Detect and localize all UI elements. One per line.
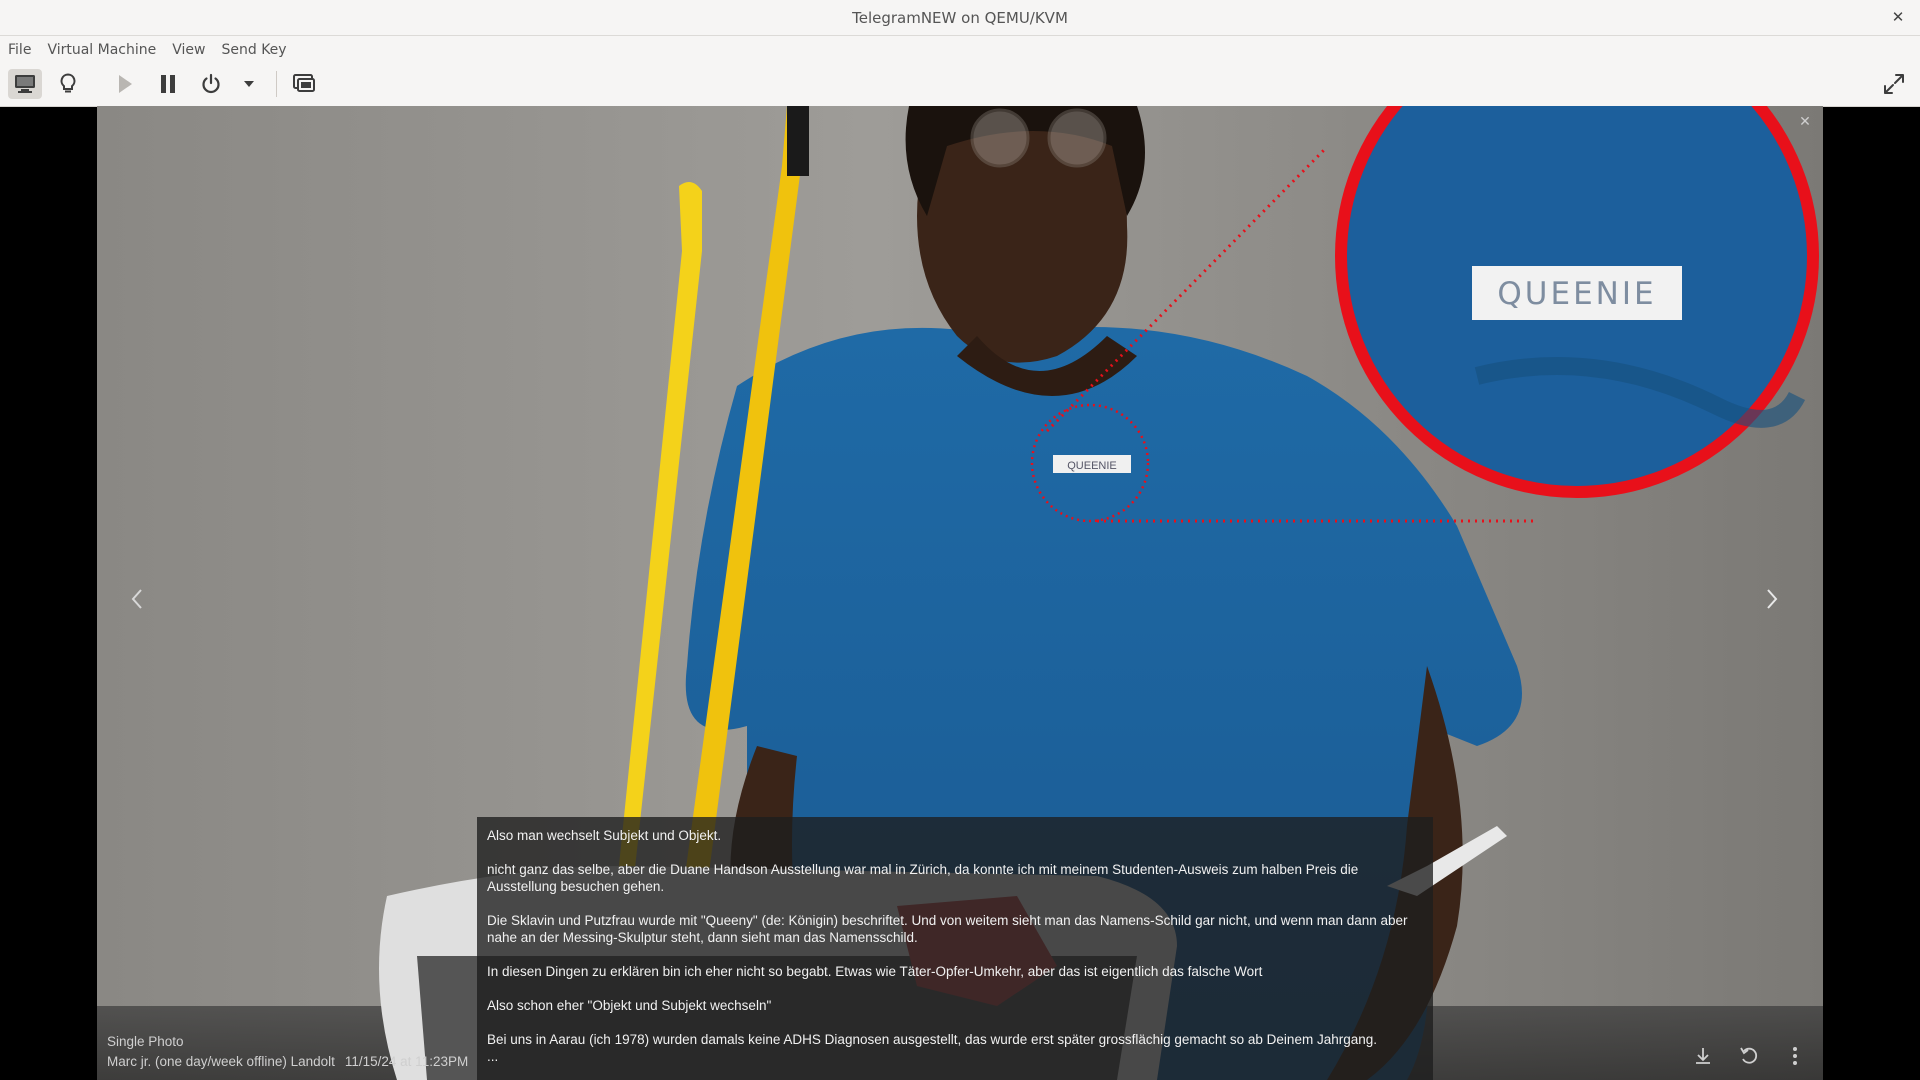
chevron-down-icon[interactable] <box>232 69 266 99</box>
power-icon[interactable] <box>194 69 228 99</box>
photo-viewer: QUEENIE QUEENIE ✕ Also man wechselt Subj… <box>97 106 1823 1080</box>
menubar: File Virtual Machine View Send Key <box>0 36 1920 63</box>
close-icon[interactable]: ✕ <box>1795 112 1815 132</box>
caption-paragraph: Die Sklavin und Putzfrau wurde mit "Quee… <box>487 913 1408 945</box>
caption-more[interactable]: ... <box>487 1050 1423 1064</box>
caption-paragraph: Also man wechselt Subjekt und Objekt. <box>487 828 722 843</box>
photo-caption: Also man wechselt Subjekt und Objekt. ni… <box>477 817 1433 1080</box>
window-title: TelegramNEW on QEMU/KVM <box>852 8 1068 27</box>
caption-paragraph: In diesen Dingen zu erklären bin ich ehe… <box>487 964 1263 979</box>
caption-paragraph: nicht ganz das selbe, aber die Duane Han… <box>487 862 1359 894</box>
viewer-actions <box>1691 1044 1807 1068</box>
lightbulb-icon[interactable] <box>51 69 85 99</box>
toolbar-separator <box>276 71 277 97</box>
name-tag-text: QUEENIE <box>1067 460 1117 472</box>
monitor-icon[interactable] <box>8 69 42 99</box>
zoom-tag-text: QUEENIE <box>1497 276 1656 312</box>
rotate-icon[interactable] <box>1737 1044 1761 1068</box>
menu-send-key[interactable]: Send Key <box>213 42 294 58</box>
menu-virtual-machine[interactable]: Virtual Machine <box>39 42 164 58</box>
photo-author[interactable]: Marc jr. (one day/week offline) Landolt <box>107 1052 335 1072</box>
menu-view[interactable]: View <box>164 42 213 58</box>
more-options-icon[interactable] <box>1783 1044 1807 1068</box>
fullscreen-icon[interactable] <box>1877 69 1911 99</box>
photo-info: Single Photo Marc jr. (one day/week offl… <box>107 1032 468 1072</box>
caption-paragraph: Bei uns in Aarau (ich 1978) wurden damal… <box>487 1032 1377 1047</box>
pause-icon[interactable] <box>151 69 185 99</box>
close-icon[interactable]: ✕ <box>1888 7 1908 27</box>
photo-type: Single Photo <box>107 1034 184 1049</box>
menu-file[interactable]: File <box>0 42 39 58</box>
toolbar <box>0 63 1920 107</box>
window-titlebar: TelegramNEW on QEMU/KVM ✕ <box>0 0 1920 36</box>
caption-paragraph: Also schon eher "Objekt und Subjekt wech… <box>487 998 772 1013</box>
photo-date[interactable]: 11/15/24 at 11:23PM <box>345 1052 468 1072</box>
next-icon[interactable] <box>1757 576 1787 622</box>
screenshot-icon[interactable] <box>287 69 321 99</box>
play-icon[interactable] <box>108 69 142 99</box>
download-icon[interactable] <box>1691 1044 1715 1068</box>
previous-icon[interactable] <box>122 576 152 622</box>
